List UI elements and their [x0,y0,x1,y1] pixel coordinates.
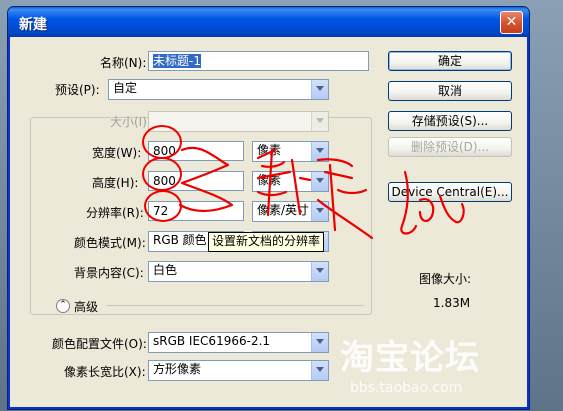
color-profile-select[interactable]: sRGB IEC61966-2.1 [148,332,329,353]
height-unit-select[interactable]: 像素 [252,171,329,192]
expand-advanced-icon[interactable]: ⌃ [56,299,70,313]
image-size-label: 图像大小: [419,272,472,286]
resolution-label: 分辨率(R): [86,206,144,220]
chevron-down-icon [311,112,328,131]
color-mode-label: 颜色模式(M): [74,236,146,250]
close-button[interactable]: ✕ [500,11,523,34]
advanced-separator [106,305,364,306]
device-central-button[interactable]: Device Central(E)... [388,182,512,202]
image-size-value: 1.83M [433,296,471,310]
chevron-down-icon [311,361,328,380]
color-profile-label: 颜色配置文件(O): [52,337,147,351]
name-value: 未标题-1 [153,54,201,68]
background-label: 背景内容(C): [74,266,144,280]
background-select[interactable]: 白色 [148,261,329,282]
annotation-circle-resolution [144,190,182,222]
height-unit-value: 像素 [257,173,282,187]
chevron-down-icon [311,142,328,161]
size-label: 大小(I): [110,115,151,129]
screen: 新建 ✕ 名称(N): 未标题-1 预设(P): 自定 大小(I): 宽度(W)… [0,0,563,411]
title-bar[interactable]: 新建 ✕ [8,7,529,37]
pixel-aspect-label: 像素长宽比(X): [64,365,146,379]
preset-value: 自定 [113,81,138,95]
cancel-button[interactable]: 取消 [388,81,512,101]
advanced-label: 高级 [74,300,99,314]
name-input[interactable]: 未标题-1 [148,51,369,71]
dialog-title: 新建 [19,17,47,33]
chevron-down-icon [311,202,328,221]
annotation-circle-width [142,125,182,159]
pixel-aspect-select[interactable]: 方形像素 [148,360,329,381]
close-icon: ✕ [505,14,518,30]
background-value: 白色 [153,263,178,277]
chevron-down-icon [311,80,328,99]
annotation-circle-height [142,157,182,191]
width-unit-select[interactable]: 像素 [252,141,329,162]
width-label: 宽度(W): [92,146,142,160]
preset-label: 预设(P): [52,81,103,98]
watermark: 淘宝论坛 bbs.taobao.com [340,330,555,405]
watermark-logo: 淘宝论坛 [340,338,480,378]
pixel-aspect-value: 方形像素 [153,362,202,376]
name-label: 名称(N): [100,56,147,70]
save-preset-button[interactable]: 存储预设(S)... [388,111,512,131]
chevron-down-icon [311,172,328,191]
watermark-url: bbs.taobao.com [350,380,463,396]
resolution-tooltip: 设置新文档的分辨率 [208,232,325,252]
color-profile-value: sRGB IEC61966-2.1 [153,334,271,348]
chevron-down-icon [311,262,328,281]
chevron-down-icon [311,333,328,352]
resolution-unit-select[interactable]: 像素/英寸 [252,201,329,222]
width-unit-value: 像素 [257,143,282,157]
color-mode-value: RGB 颜色 [153,233,207,247]
resolution-unit-value: 像素/英寸 [257,203,310,217]
delete-preset-button[interactable]: 删除预设(D)... [388,137,512,157]
preset-select[interactable]: 自定 [108,79,329,100]
height-label: 高度(H): [92,176,139,190]
ok-button[interactable]: 确定 [388,51,512,71]
